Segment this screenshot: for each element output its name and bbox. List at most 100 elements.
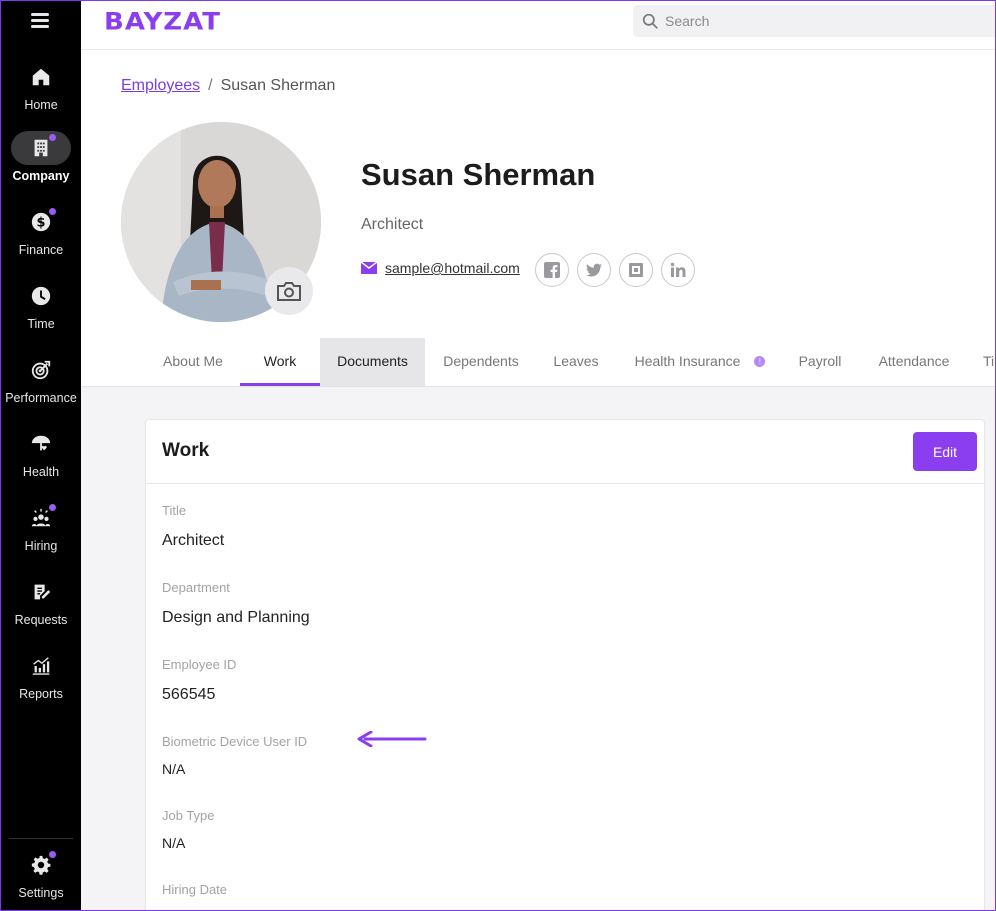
field-label: Biometric Device User ID <box>162 734 308 749</box>
notification-dot <box>49 134 56 141</box>
sidebar-item-health[interactable]: Health <box>1 427 81 501</box>
hamburger-menu-icon[interactable] <box>31 13 49 29</box>
breadcrumb-current: Susan Sherman <box>220 77 336 94</box>
breadcrumb-separator: / <box>208 77 213 94</box>
sidebar: Home Company $ Finance Time Performance … <box>1 1 81 910</box>
building-icon <box>11 131 71 165</box>
main-content: Employees / Susan Sherman Susan Sherman … <box>81 50 995 910</box>
dollar-icon: $ <box>11 205 71 239</box>
tab-work[interactable]: Work <box>240 338 320 386</box>
employee-name: Susan Sherman <box>361 157 596 192</box>
tab-payroll[interactable]: Payroll <box>797 338 843 386</box>
info-icon: ! <box>754 356 766 367</box>
sidebar-item-label: Performance <box>5 391 77 405</box>
tab-dependents[interactable]: Dependents <box>441 338 521 386</box>
sidebar-item-label: Settings <box>18 886 64 900</box>
change-photo-button[interactable] <box>265 267 313 315</box>
tab-attendance[interactable]: Attendance <box>875 338 953 386</box>
sidebar-divider <box>9 838 73 839</box>
search-input[interactable] <box>665 5 985 37</box>
annotation-arrow-icon <box>357 731 427 747</box>
field-label: Department <box>162 580 230 595</box>
sidebar-item-label: Hiring <box>24 539 58 553</box>
notification-dot <box>49 208 56 215</box>
umbrella-heart-icon <box>11 427 71 461</box>
app-frame: Home Company $ Finance Time Performance … <box>0 0 996 911</box>
sidebar-item-label: Finance <box>18 243 64 257</box>
sidebar-item-label: Requests <box>14 613 68 627</box>
linkedin-icon <box>670 262 686 277</box>
facebook-link[interactable] <box>535 253 569 287</box>
tab-health-insurance[interactable]: Health Insurance! <box>632 338 768 386</box>
field-title: Title Architect <box>162 503 224 550</box>
tab-label: Health Insurance <box>634 353 741 369</box>
sidebar-item-label: Reports <box>19 687 63 701</box>
sidebar-item-time[interactable]: Time <box>1 279 81 353</box>
sidebar-item-performance[interactable]: Performance <box>1 353 81 427</box>
sidebar-item-finance[interactable]: $ Finance <box>1 205 81 279</box>
field-job-type: Job Type N/A <box>162 808 215 851</box>
linkedin-link[interactable] <box>661 253 695 287</box>
sidebar-item-label: Health <box>22 465 60 479</box>
edit-button[interactable]: Edit <box>913 432 977 471</box>
twitter-link[interactable] <box>577 253 611 287</box>
search-box[interactable] <box>633 5 995 37</box>
employee-title: Architect <box>361 216 424 233</box>
field-employee-id: Employee ID 566545 <box>162 657 236 704</box>
top-bar: BAYZAT <box>81 1 995 50</box>
tab-about-me[interactable]: About Me <box>161 338 225 386</box>
email-row: sample@hotmail.com <box>361 260 520 276</box>
chart-icon <box>11 649 71 683</box>
work-card-header: Work Edit <box>146 420 984 484</box>
sidebar-item-reports[interactable]: Reports <box>1 649 81 723</box>
bayzat-logo[interactable]: BAYZAT <box>104 8 221 36</box>
field-department: Department Design and Planning <box>162 580 310 627</box>
twitter-icon <box>586 263 602 277</box>
sidebar-item-requests[interactable]: Requests <box>1 575 81 649</box>
home-icon <box>11 60 71 94</box>
email-link[interactable]: sample@hotmail.com <box>385 260 520 276</box>
search-icon <box>642 13 658 29</box>
instagram-icon <box>629 263 643 277</box>
field-value: N/A <box>162 835 186 851</box>
clock-icon <box>11 279 71 313</box>
field-label: Title <box>162 503 187 518</box>
breadcrumb-employees-link[interactable]: Employees <box>121 77 200 94</box>
sidebar-item-label: Company <box>12 169 70 183</box>
mail-icon <box>361 262 377 274</box>
target-icon <box>11 353 71 387</box>
profile-tabs: About Me Work Documents Dependents Leave… <box>81 338 995 387</box>
work-card: Work Edit Title Architect Department Des… <box>145 419 985 910</box>
field-biometric-device-user-id: Biometric Device User ID N/A <box>162 734 307 777</box>
social-links <box>535 253 703 287</box>
instagram-link[interactable] <box>619 253 653 287</box>
tab-documents[interactable]: Documents <box>320 338 425 386</box>
sidebar-item-settings[interactable]: Settings <box>1 848 81 910</box>
facebook-icon <box>544 262 560 278</box>
breadcrumb: Employees / Susan Sherman <box>121 77 335 95</box>
profile-header: Employees / Susan Sherman Susan Sherman … <box>81 50 995 387</box>
field-value: Architect <box>162 532 225 549</box>
notification-dot <box>49 504 56 511</box>
field-hiring-date: Hiring Date <box>162 882 227 909</box>
notification-dot <box>49 851 56 858</box>
field-label: Job Type <box>162 808 215 823</box>
gear-icon <box>11 848 71 882</box>
sidebar-item-home[interactable]: Home <box>1 60 81 134</box>
field-label: Hiring Date <box>162 882 228 897</box>
field-label: Employee ID <box>162 657 237 672</box>
field-value: Design and Planning <box>162 609 310 626</box>
sidebar-item-label: Home <box>24 98 58 112</box>
work-card-title: Work <box>162 440 210 461</box>
camera-icon <box>277 282 301 301</box>
svg-text:$: $ <box>37 216 46 231</box>
field-value: 566545 <box>162 686 216 703</box>
clipboard-edit-icon <box>11 575 71 609</box>
tab-overflow[interactable]: Ti <box>983 338 995 386</box>
sidebar-item-label: Time <box>27 317 55 331</box>
sidebar-item-hiring[interactable]: Hiring <box>1 501 81 575</box>
sidebar-item-company[interactable]: Company <box>1 131 81 205</box>
people-icon <box>11 501 71 535</box>
field-value: N/A <box>162 761 186 777</box>
tab-leaves[interactable]: Leaves <box>553 338 599 386</box>
